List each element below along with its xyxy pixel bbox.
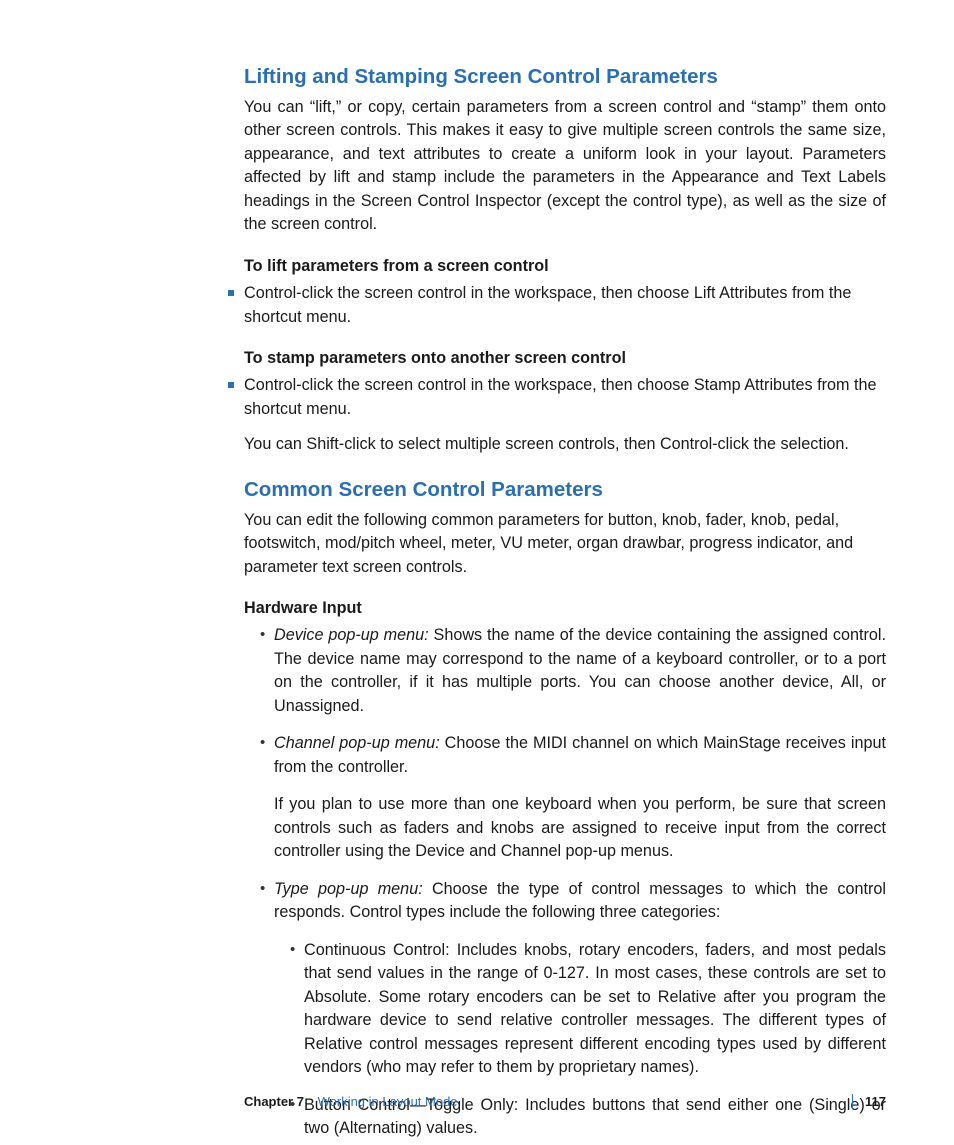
term-type: Type pop-up menu: xyxy=(274,880,423,898)
list-item-device: Device pop-up menu: Shows the name of th… xyxy=(262,624,886,718)
square-bullet-icon xyxy=(228,382,234,388)
section-common-params: Common Screen Control Parameters You can… xyxy=(244,477,886,1141)
footer-title: Working in Layout Mode xyxy=(318,1094,458,1109)
list-item: Control-click the screen control in the … xyxy=(244,374,886,456)
intro-lifting: You can “lift,” or copy, certain paramet… xyxy=(244,96,886,237)
intro-common: You can edit the following common parame… xyxy=(244,509,886,579)
type-categories-list: Continuous Control: Includes knobs, rota… xyxy=(274,939,886,1141)
subhead-hardware-input: Hardware Input xyxy=(244,597,886,620)
extra-channel: If you plan to use more than one keyboar… xyxy=(274,793,886,863)
square-bullet-icon xyxy=(228,290,234,296)
section-lifting-stamping: Lifting and Stamping Screen Control Para… xyxy=(244,64,886,457)
document-page: Lifting and Stamping Screen Control Para… xyxy=(0,0,954,1145)
subhead-stamp: To stamp parameters onto another screen … xyxy=(244,347,886,370)
term-device: Device pop-up menu: xyxy=(274,626,429,644)
subhead-lift: To lift parameters from a screen control xyxy=(244,255,886,278)
footer-page-number: 117 xyxy=(852,1094,886,1109)
list-item-channel: Channel pop-up menu: Choose the MIDI cha… xyxy=(262,732,886,863)
list-item-continuous: Continuous Control: Includes knobs, rota… xyxy=(294,939,886,1080)
hardware-input-list: Device pop-up menu: Shows the name of th… xyxy=(244,624,886,1140)
footer-chapter: Chapter 7 xyxy=(244,1094,304,1109)
stamp-note: You can Shift-click to select multiple s… xyxy=(244,433,886,456)
lift-step: Control-click the screen control in the … xyxy=(244,282,886,329)
heading-common: Common Screen Control Parameters xyxy=(244,477,886,503)
term-channel: Channel pop-up menu: xyxy=(274,734,440,752)
footer-left: Chapter 7 Working in Layout Mode xyxy=(244,1094,458,1109)
page-footer: Chapter 7 Working in Layout Mode 117 xyxy=(244,1094,886,1109)
stamp-step: Control-click the screen control in the … xyxy=(244,374,886,421)
heading-lifting: Lifting and Stamping Screen Control Para… xyxy=(244,64,886,90)
list-item: Control-click the screen control in the … xyxy=(244,282,886,329)
